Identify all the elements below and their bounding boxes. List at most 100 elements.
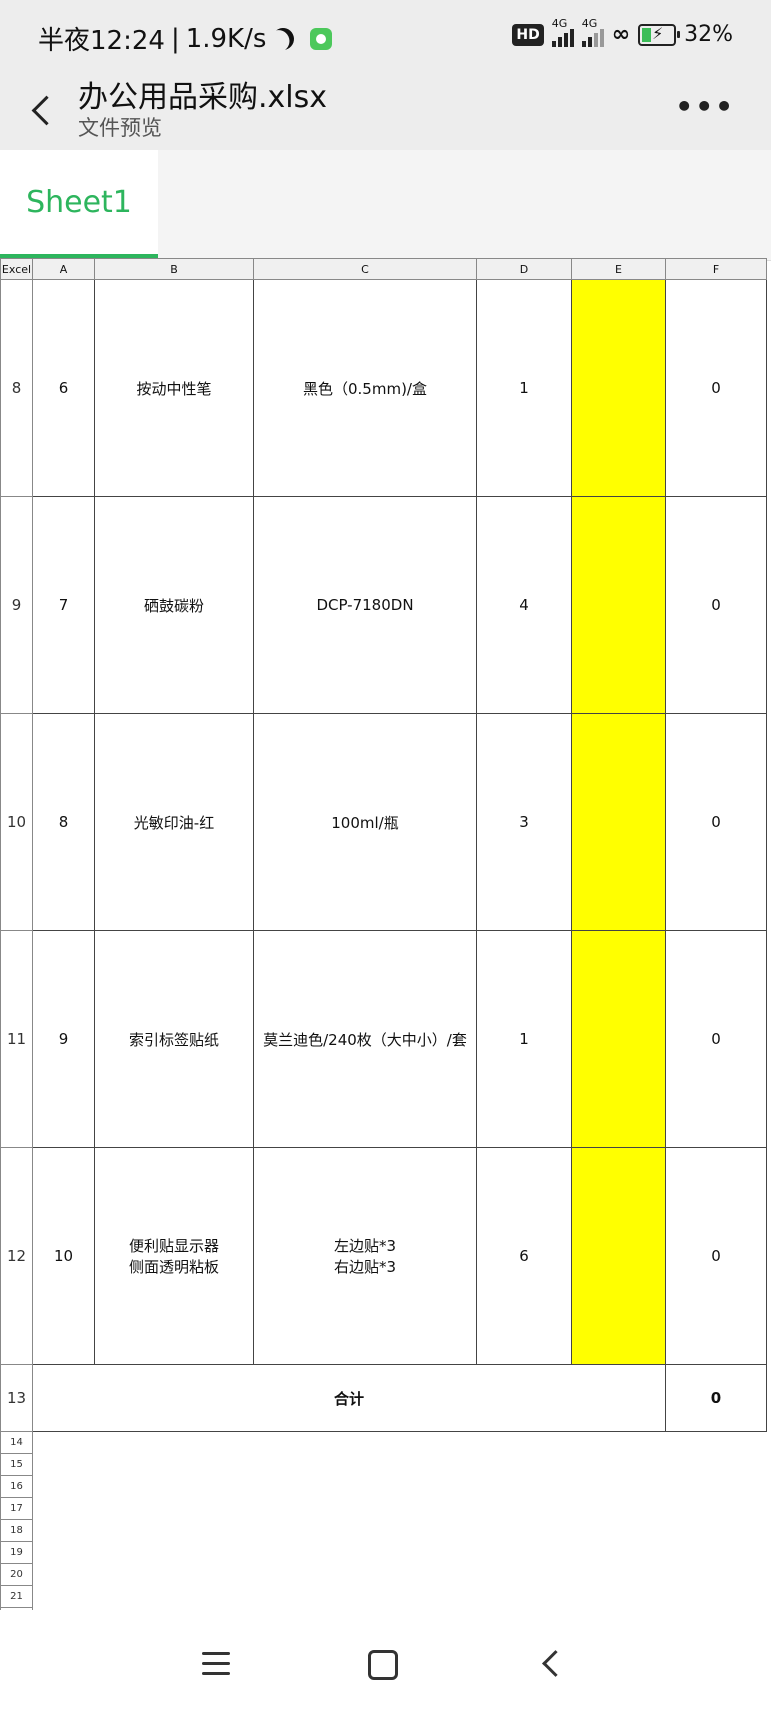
cell-d[interactable]: 1 — [476, 279, 572, 497]
row-number[interactable]: 21 — [0, 1585, 33, 1608]
table-row: 8 6 按动中性笔 黑色（0.5mm)/盒 1 0 — [0, 279, 767, 497]
total-row: 13 合计 0 — [0, 1364, 767, 1432]
signal-bar — [587, 36, 592, 47]
cell-a[interactable]: 6 — [32, 279, 95, 497]
row-number[interactable]: 15 — [0, 1453, 33, 1476]
row-number[interactable]: 14 — [0, 1431, 33, 1454]
empty-cells[interactable] — [33, 1586, 767, 1608]
cell-a[interactable]: 10 — [32, 1147, 95, 1365]
empty-cells[interactable] — [33, 1454, 767, 1476]
row-number[interactable]: 19 — [0, 1541, 33, 1564]
charging-icon: ⚡ — [652, 23, 664, 43]
cell-a[interactable]: 8 — [32, 713, 95, 931]
row-number[interactable]: 20 — [0, 1563, 33, 1586]
more-options-button[interactable]: ••• — [675, 90, 735, 123]
cell-c[interactable]: 左边贴*3 右边贴*3 — [253, 1147, 477, 1365]
cell-d[interactable]: 1 — [476, 930, 572, 1148]
empty-row: 15 — [0, 1453, 767, 1476]
status-divider: | — [170, 23, 180, 54]
cell-c[interactable]: 莫兰迪色/240枚（大中小）/套 — [253, 930, 477, 1148]
total-label[interactable]: 合计 — [32, 1364, 666, 1432]
signal-icon-1: 4G — [551, 17, 574, 47]
empty-cells[interactable] — [33, 1476, 767, 1498]
corner-cell: Excel — [0, 258, 33, 280]
network-type-1: 4G — [551, 16, 568, 30]
menu-line — [202, 1652, 230, 1655]
document-title: 办公用品采购.xlsx — [78, 80, 328, 115]
empty-cells[interactable] — [33, 1432, 767, 1454]
cell-f[interactable]: 0 — [665, 930, 767, 1148]
status-right: HD 4G 4G ∞ ⚡ 32% — [512, 17, 733, 47]
empty-row: 18 — [0, 1519, 767, 1542]
column-header-row: Excel A B C D E F — [0, 258, 767, 280]
cell-e-highlighted[interactable] — [571, 279, 666, 497]
empty-row: 16 — [0, 1475, 767, 1498]
cell-c[interactable]: DCP-7180DN — [253, 496, 477, 714]
row-number[interactable]: 8 — [0, 279, 33, 497]
cell-e-highlighted[interactable] — [571, 930, 666, 1148]
total-value[interactable]: 0 — [665, 1364, 767, 1432]
row-number[interactable]: 16 — [0, 1475, 33, 1498]
row-number[interactable]: 17 — [0, 1497, 33, 1520]
row-number[interactable]: 18 — [0, 1519, 33, 1542]
empty-cells[interactable] — [33, 1542, 767, 1564]
tab-sheet1[interactable]: Sheet1 — [0, 150, 158, 258]
system-back-button[interactable] — [540, 1652, 560, 1672]
empty-cells[interactable] — [33, 1498, 767, 1520]
system-nav-bar — [0, 1610, 771, 1714]
status-bar: 半夜12:24 | 1.9K/s HD 4G 4G ∞ ⚡ 32% — [0, 0, 771, 72]
column-header-f[interactable]: F — [665, 258, 767, 280]
home-button[interactable] — [368, 1650, 398, 1680]
spreadsheet-grid: Excel A B C D E F 8 6 按动中性笔 黑色（0.5mm)/盒 … — [0, 258, 771, 1630]
app-notification-icon — [310, 27, 333, 50]
cell-d[interactable]: 4 — [476, 496, 572, 714]
column-header-d[interactable]: D — [476, 258, 572, 280]
cell-b[interactable]: 光敏印油-红 — [94, 713, 254, 931]
signal-bar — [581, 40, 586, 47]
cell-a[interactable]: 7 — [32, 496, 95, 714]
cell-b[interactable]: 索引标签贴纸 — [94, 930, 254, 1148]
empty-cells[interactable] — [33, 1564, 767, 1586]
row-number[interactable]: 12 — [0, 1147, 33, 1365]
recent-apps-button[interactable] — [202, 1652, 230, 1675]
cell-f[interactable]: 0 — [665, 1147, 767, 1365]
sheet-tab-bar: Sheet1 — [0, 150, 771, 261]
empty-row: 19 — [0, 1541, 767, 1564]
status-time: 半夜12:24 — [38, 26, 165, 56]
empty-row: 21 — [0, 1585, 767, 1608]
row-number[interactable]: 13 — [0, 1364, 33, 1432]
column-header-b[interactable]: B — [94, 258, 254, 280]
cell-b[interactable]: 按动中性笔 — [94, 279, 254, 497]
signal-bar — [551, 40, 556, 47]
battery-percent: 32% — [684, 22, 733, 47]
row-number[interactable]: 10 — [0, 713, 33, 931]
cell-e-highlighted[interactable] — [571, 496, 666, 714]
row-number[interactable]: 11 — [0, 930, 33, 1148]
cell-c[interactable]: 黑色（0.5mm)/盒 — [253, 279, 477, 497]
hd-icon: HD — [512, 23, 544, 46]
signal-bar — [593, 32, 598, 47]
cell-c[interactable]: 100ml/瓶 — [253, 713, 477, 931]
cell-d[interactable]: 6 — [476, 1147, 572, 1365]
empty-cells[interactable] — [33, 1520, 767, 1542]
cell-e-highlighted[interactable] — [571, 713, 666, 931]
column-header-c[interactable]: C — [253, 258, 477, 280]
back-button[interactable] — [22, 84, 62, 134]
column-header-e[interactable]: E — [571, 258, 666, 280]
column-header-a[interactable]: A — [32, 258, 95, 280]
cell-f[interactable]: 0 — [665, 496, 767, 714]
signal-bar — [599, 28, 604, 47]
empty-row: 14 — [0, 1431, 767, 1454]
cell-f[interactable]: 0 — [665, 279, 767, 497]
signal-icon-2: 4G — [581, 17, 604, 47]
row-number[interactable]: 9 — [0, 496, 33, 714]
table-row: 12 10 便利贴显示器 侧面透明粘板 左边贴*3 右边贴*3 6 0 — [0, 1147, 767, 1365]
cell-a[interactable]: 9 — [32, 930, 95, 1148]
cell-e-highlighted[interactable] — [571, 1147, 666, 1365]
cell-d[interactable]: 3 — [476, 713, 572, 931]
cell-f[interactable]: 0 — [665, 713, 767, 931]
cell-b[interactable]: 便利贴显示器 侧面透明粘板 — [94, 1147, 254, 1365]
signal-bar — [563, 32, 568, 47]
battery-level — [642, 27, 652, 42]
cell-b[interactable]: 硒鼓碳粉 — [94, 496, 254, 714]
